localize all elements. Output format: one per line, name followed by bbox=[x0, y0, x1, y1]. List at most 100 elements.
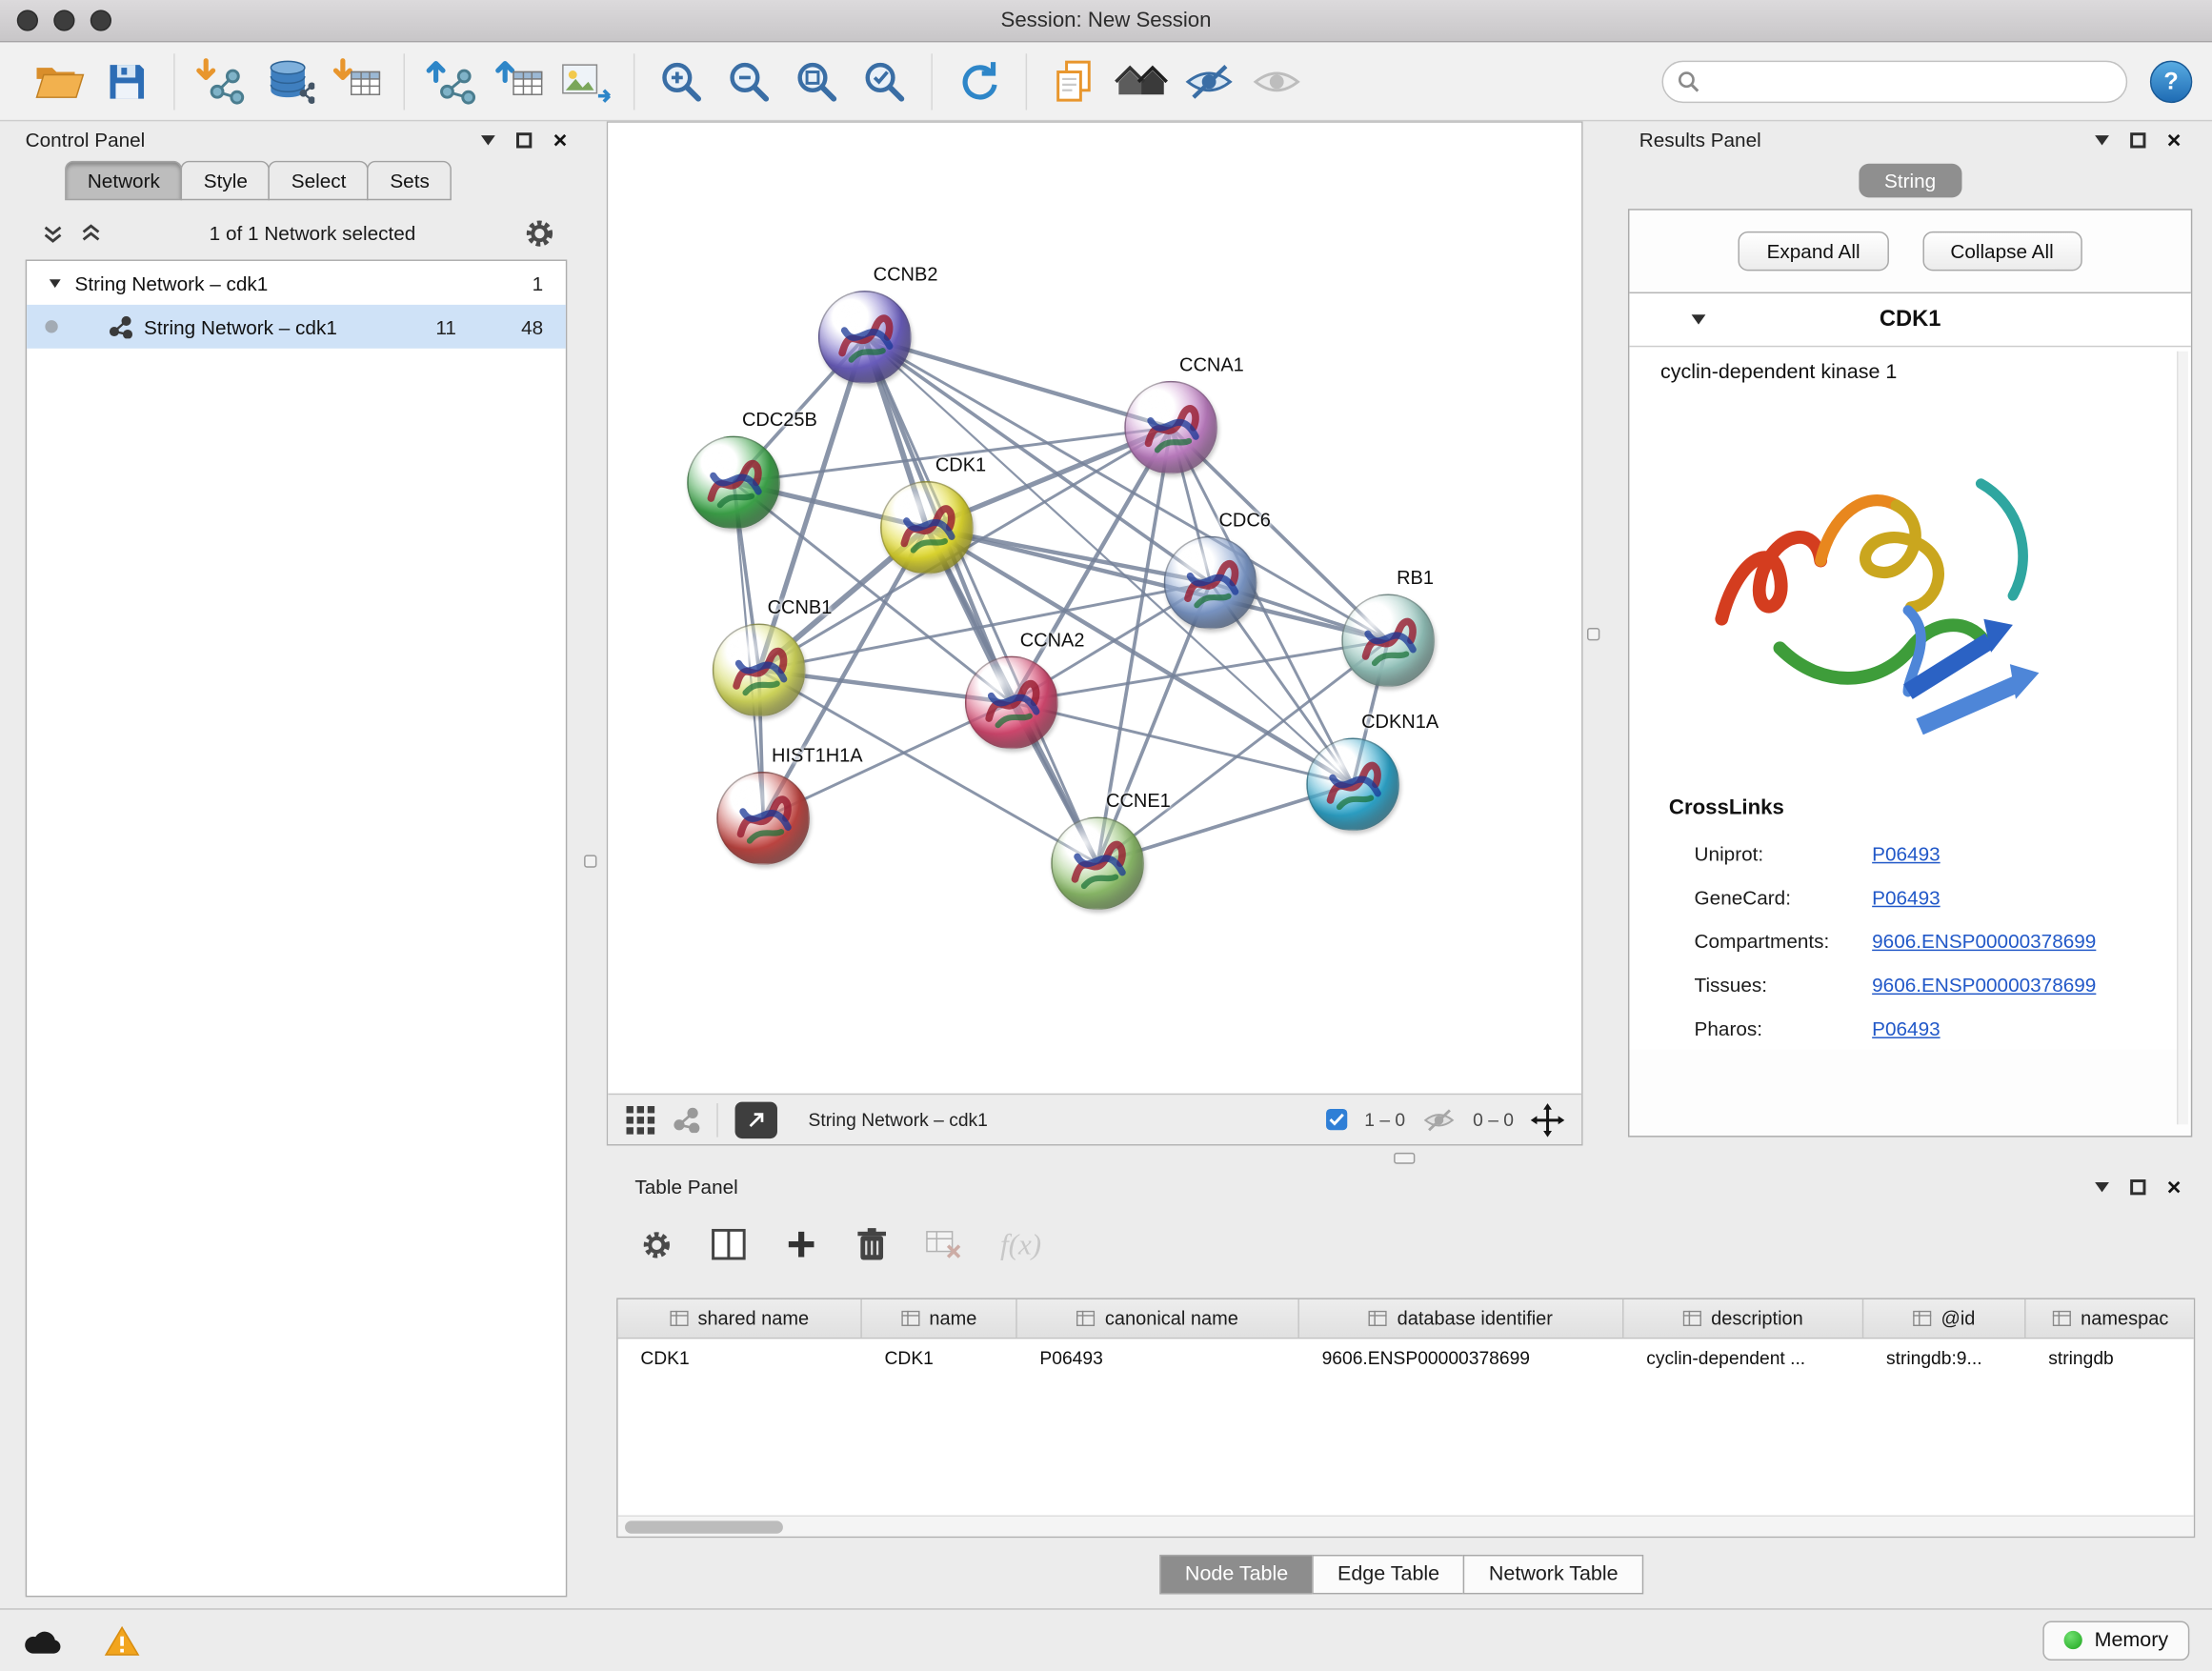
tab-string[interactable]: String bbox=[1859, 164, 1961, 198]
network-row[interactable]: String Network – cdk1 11 48 bbox=[27, 305, 566, 349]
tab-edge-table[interactable]: Edge Table bbox=[1312, 1555, 1464, 1594]
network-node-hist1h1a[interactable] bbox=[716, 772, 810, 865]
tab-network[interactable]: Network bbox=[65, 161, 182, 200]
function-builder-icon[interactable]: f(x) bbox=[1000, 1227, 1041, 1262]
zoom-in-button[interactable] bbox=[648, 49, 715, 113]
network-node-cdk1[interactable] bbox=[880, 481, 974, 574]
table-cell[interactable]: P06493 bbox=[1017, 1347, 1299, 1368]
network-node-rb1[interactable] bbox=[1341, 594, 1435, 687]
close-panel-icon[interactable]: × bbox=[2167, 1175, 2182, 1198]
save-session-button[interactable] bbox=[93, 49, 161, 113]
expand-all-button[interactable]: Expand All bbox=[1739, 232, 1888, 271]
scrollbar-thumb[interactable] bbox=[625, 1520, 783, 1533]
delete-column-icon[interactable] bbox=[856, 1227, 888, 1261]
collapse-all-icon[interactable] bbox=[42, 222, 63, 243]
column-header-description[interactable]: description bbox=[1624, 1299, 1864, 1338]
table-cell[interactable]: CDK1 bbox=[862, 1347, 1017, 1368]
table-cell[interactable]: 9606.ENSP00000378699 bbox=[1299, 1347, 1624, 1368]
maximize-window-button[interactable] bbox=[90, 10, 111, 30]
collapse-all-button[interactable]: Collapse All bbox=[1922, 232, 2082, 271]
minimize-window-button[interactable] bbox=[53, 10, 74, 30]
detach-view-button[interactable] bbox=[735, 1101, 777, 1138]
section-expander-icon[interactable] bbox=[1692, 314, 1706, 324]
column-header--id[interactable]: @id bbox=[1863, 1299, 2025, 1338]
expand-all-icon[interactable] bbox=[80, 222, 101, 243]
hide-selected-button[interactable] bbox=[1176, 49, 1243, 113]
table-cell[interactable]: cyclin-dependent ... bbox=[1624, 1347, 1864, 1368]
tab-node-table[interactable]: Node Table bbox=[1159, 1555, 1314, 1594]
warning-icon[interactable] bbox=[105, 1624, 140, 1656]
memory-button[interactable]: Memory bbox=[2042, 1621, 2190, 1660]
close-window-button[interactable] bbox=[17, 10, 38, 30]
column-header-canonical-name[interactable]: canonical name bbox=[1017, 1299, 1299, 1338]
column-header-name[interactable]: name bbox=[862, 1299, 1017, 1338]
help-button[interactable]: ? bbox=[2150, 60, 2192, 102]
tab-style[interactable]: Style bbox=[181, 161, 270, 200]
table-cell[interactable]: CDK1 bbox=[618, 1347, 862, 1368]
table-horizontal-scrollbar[interactable] bbox=[618, 1515, 2194, 1536]
grid-view-icon[interactable] bbox=[625, 1104, 656, 1136]
pan-crosshair-icon[interactable] bbox=[1531, 1102, 1565, 1137]
network-node-cdc6[interactable] bbox=[1164, 536, 1257, 630]
float-panel-icon[interactable] bbox=[2130, 131, 2145, 147]
import-table-button[interactable] bbox=[323, 49, 391, 113]
network-overview-icon[interactable] bbox=[673, 1107, 699, 1133]
network-node-ccna2[interactable] bbox=[965, 656, 1058, 750]
float-panel-icon[interactable] bbox=[2130, 1178, 2145, 1194]
gene-section-header[interactable]: CDK1 bbox=[1629, 293, 2190, 347]
zoom-out-button[interactable] bbox=[715, 49, 783, 113]
column-header-namespac[interactable]: namespac bbox=[2026, 1299, 2196, 1338]
export-image-button[interactable] bbox=[553, 49, 621, 113]
crosslink-value[interactable]: P06493 bbox=[1872, 885, 1940, 908]
table-cell[interactable]: stringdb bbox=[2026, 1347, 2196, 1368]
export-table-button[interactable] bbox=[485, 49, 553, 113]
close-panel-icon[interactable]: × bbox=[2167, 128, 2182, 151]
network-node-cdc25b[interactable] bbox=[687, 436, 780, 530]
show-columns-icon[interactable] bbox=[711, 1229, 746, 1260]
tree-expander-icon[interactable] bbox=[50, 278, 61, 287]
network-node-ccnb2[interactable] bbox=[818, 291, 912, 384]
copy-button[interactable] bbox=[1039, 49, 1107, 113]
table-row[interactable]: CDK1CDK1P064939606.ENSP00000378699cyclin… bbox=[618, 1339, 2194, 1377]
delete-table-icon[interactable] bbox=[925, 1230, 962, 1259]
add-column-icon[interactable] bbox=[784, 1227, 818, 1261]
search-input[interactable] bbox=[1711, 70, 2112, 92]
home-button[interactable] bbox=[1108, 49, 1176, 113]
crosslink-value[interactable]: P06493 bbox=[1872, 1017, 1940, 1039]
network-node-ccne1[interactable] bbox=[1051, 816, 1144, 910]
cloud-icon[interactable] bbox=[23, 1626, 62, 1655]
bottom-splitter-handle[interactable] bbox=[1394, 1153, 1415, 1164]
network-node-ccnb1[interactable] bbox=[713, 624, 806, 717]
crosslink-value[interactable]: 9606.ENSP00000378699 bbox=[1872, 929, 2096, 952]
tab-select[interactable]: Select bbox=[269, 161, 369, 200]
open-session-button[interactable] bbox=[26, 49, 93, 113]
zoom-fit-button[interactable] bbox=[783, 49, 851, 113]
table-cell[interactable]: stringdb:9... bbox=[1863, 1347, 2025, 1368]
network-canvas[interactable]: CCNB2CCNA1CDC25BCDK1CDC6RB1CCNB1CCNA2CDK… bbox=[608, 123, 1581, 1095]
apply-layout-button[interactable] bbox=[945, 49, 1013, 113]
selected-checkbox[interactable] bbox=[1326, 1109, 1347, 1130]
network-node-ccna1[interactable] bbox=[1124, 381, 1217, 474]
panel-menu-icon[interactable] bbox=[481, 134, 495, 144]
gear-icon[interactable] bbox=[523, 216, 555, 249]
results-scrollbar[interactable] bbox=[2177, 352, 2188, 1125]
export-network-button[interactable] bbox=[417, 49, 485, 113]
tab-network-table[interactable]: Network Table bbox=[1463, 1555, 1643, 1594]
search-box[interactable] bbox=[1662, 60, 2128, 102]
import-network-file-button[interactable] bbox=[188, 49, 255, 113]
tab-sets[interactable]: Sets bbox=[368, 161, 452, 200]
network-collection-row[interactable]: String Network – cdk1 1 bbox=[27, 261, 566, 305]
zoom-selected-button[interactable] bbox=[851, 49, 918, 113]
left-splitter-handle[interactable] bbox=[584, 855, 596, 867]
table-settings-gear-icon[interactable] bbox=[640, 1228, 673, 1260]
column-header-database-identifier[interactable]: database identifier bbox=[1299, 1299, 1624, 1338]
panel-menu-icon[interactable] bbox=[2095, 134, 2109, 144]
show-all-button[interactable] bbox=[1243, 49, 1311, 113]
panel-menu-icon[interactable] bbox=[2095, 1181, 2109, 1191]
crosslink-value[interactable]: P06493 bbox=[1872, 841, 1940, 864]
close-panel-icon[interactable]: × bbox=[553, 128, 568, 151]
crosslink-value[interactable]: 9606.ENSP00000378699 bbox=[1872, 973, 2096, 996]
network-node-cdkn1a[interactable] bbox=[1306, 738, 1399, 832]
float-panel-icon[interactable] bbox=[516, 131, 532, 147]
import-network-database-button[interactable] bbox=[255, 49, 323, 113]
